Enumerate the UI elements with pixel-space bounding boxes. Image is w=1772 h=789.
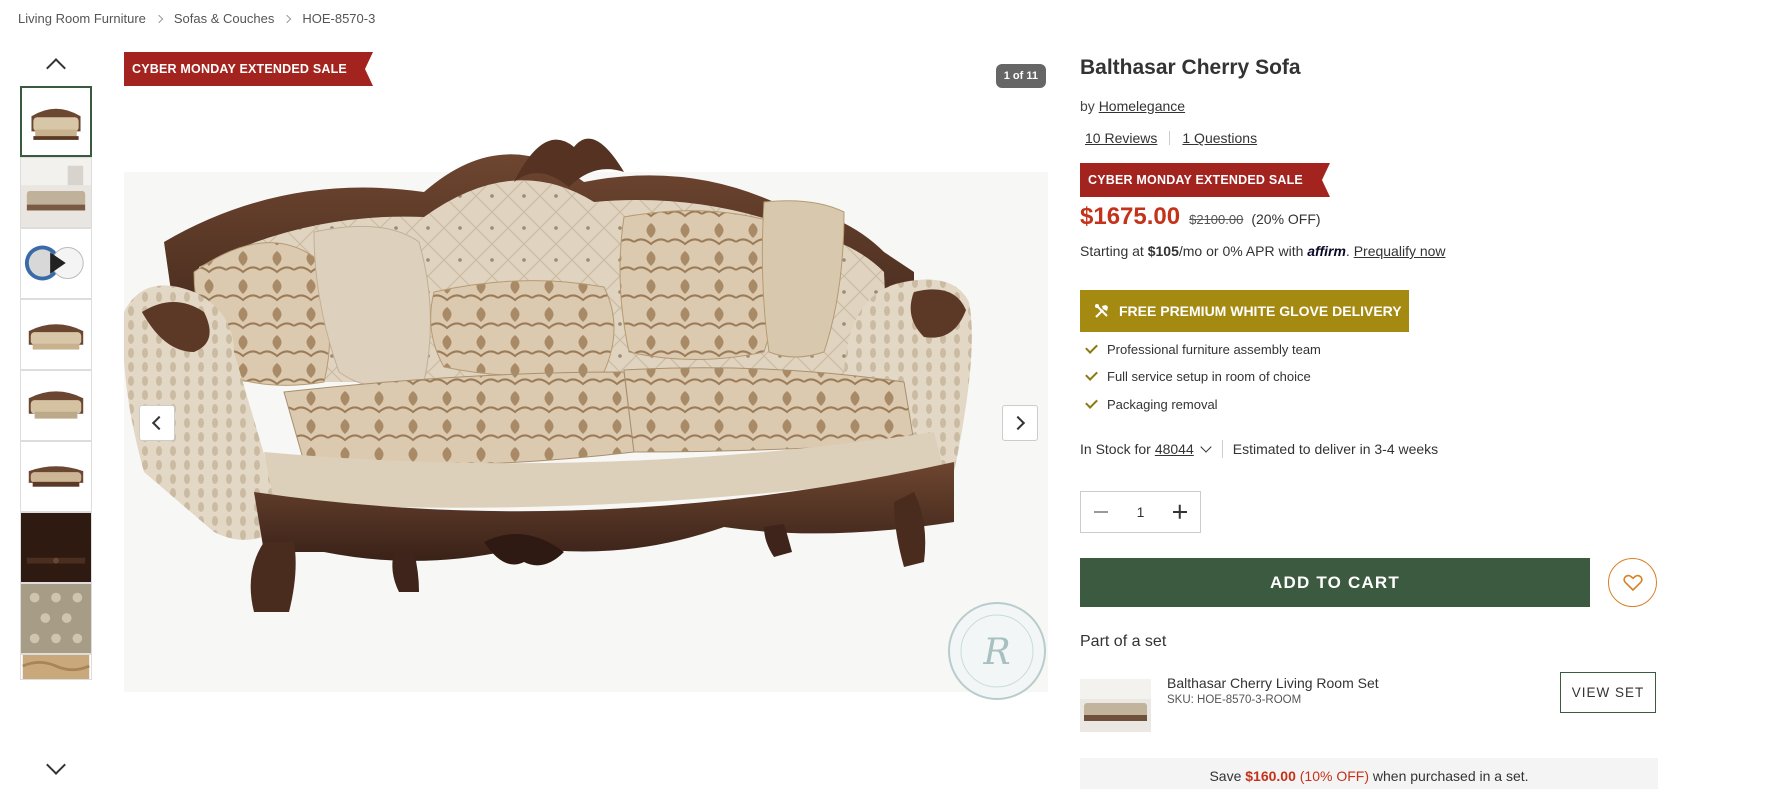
- product-title: Balthasar Cherry Sofa: [1080, 56, 1301, 79]
- brand-watermark-icon: R: [948, 602, 1046, 700]
- sale-price: $1675.00: [1080, 203, 1181, 230]
- feature-text: Packaging removal: [1107, 397, 1218, 412]
- set-name[interactable]: Balthasar Cherry Living Room Set: [1167, 675, 1379, 691]
- feature-item: Full service setup in room of choice: [1085, 368, 1311, 384]
- feature-text: Full service setup in room of choice: [1107, 369, 1311, 384]
- thumbnail-sofa-angle[interactable]: [20, 370, 92, 441]
- finance-middle: /mo or 0% APR with: [1178, 243, 1304, 259]
- thumbnail-sofa-front[interactable]: [20, 86, 92, 157]
- reviews-link[interactable]: 10 Reviews: [1085, 130, 1157, 146]
- divider: [1169, 131, 1171, 145]
- delivery-estimate: Estimated to deliver in 3-4 weeks: [1232, 441, 1439, 457]
- thumbnail-down-button[interactable]: [18, 755, 94, 781]
- discount-label: (20% OFF): [1251, 211, 1321, 227]
- breadcrumb-separator-icon: [154, 14, 164, 23]
- divider: [1221, 440, 1223, 458]
- set-savings-bar: Save $160.00 (10% OFF) when purchased in…: [1080, 758, 1658, 789]
- main-product-image: CYBER MONDAY EXTENDED SALE 1 of 11 R: [124, 52, 1048, 712]
- stock-prefix: In Stock for: [1080, 441, 1151, 457]
- thumbnail-room-scene[interactable]: [20, 157, 92, 228]
- increase-quantity-button[interactable]: [1160, 492, 1200, 532]
- chevron-right-icon: [1010, 415, 1026, 431]
- set-thumbnail[interactable]: [1080, 679, 1151, 732]
- breadcrumb-separator-icon: [283, 14, 292, 23]
- thumbnail-up-button[interactable]: [18, 52, 94, 78]
- check-icon: [1085, 396, 1098, 409]
- breadcrumb: Living Room Furniture Sofas & Couches HO…: [18, 11, 375, 26]
- feature-item: Packaging removal: [1085, 396, 1218, 412]
- thumbnail-video[interactable]: [20, 228, 92, 299]
- thumbnail-rail: [18, 52, 94, 789]
- prequalify-link[interactable]: Prequalify now: [1354, 243, 1446, 259]
- questions-link[interactable]: 1 Questions: [1182, 130, 1257, 146]
- breadcrumb-living-room[interactable]: Living Room Furniture: [18, 11, 146, 26]
- set-heading: Part of a set: [1080, 633, 1167, 650]
- chevron-left-icon: [151, 415, 167, 431]
- review-links: 10 Reviews 1 Questions: [1085, 130, 1257, 146]
- image-counter: 1 of 11: [995, 64, 1046, 88]
- finance-prefix: Starting at: [1080, 243, 1144, 259]
- sale-badge: CYBER MONDAY EXTENDED SALE: [1080, 163, 1330, 197]
- save-prefix: Save: [1209, 768, 1242, 784]
- feature-text: Professional furniture assembly team: [1107, 342, 1321, 357]
- quantity-value[interactable]: 1: [1121, 504, 1160, 520]
- save-suffix: when purchased in a set.: [1372, 768, 1529, 784]
- feature-item: Professional furniture assembly team: [1085, 341, 1321, 357]
- original-price: $2100.00: [1189, 212, 1244, 227]
- check-icon: [1085, 341, 1098, 354]
- wishlist-button[interactable]: [1608, 558, 1657, 607]
- view-set-button[interactable]: VIEW SET: [1560, 672, 1656, 713]
- price-row: $1675.00 $2100.00 (20% OFF): [1080, 203, 1321, 231]
- sofa-image: [124, 52, 1048, 712]
- decrease-quantity-button[interactable]: [1081, 492, 1121, 532]
- thumbnail-fabric-pattern[interactable]: [20, 583, 92, 654]
- stock-line: In Stock for 48044 Estimated to deliver …: [1080, 440, 1438, 458]
- previous-image-button[interactable]: [139, 405, 175, 441]
- chevron-down-icon: [46, 755, 66, 775]
- finance-dot: .: [1345, 243, 1350, 259]
- breadcrumb-current: HOE-8570-3: [302, 11, 376, 26]
- zip-code-link[interactable]: 48044: [1155, 441, 1194, 457]
- check-icon: [1085, 368, 1098, 381]
- affirm-logo: affirm: [1307, 243, 1346, 259]
- brand-link[interactable]: Homelegance: [1099, 98, 1185, 114]
- set-sku: SKU: HOE-8570-3-ROOM: [1167, 694, 1302, 706]
- heart-icon: [1622, 574, 1643, 591]
- chevron-down-icon[interactable]: [1200, 441, 1212, 453]
- save-amount: $160.00: [1245, 768, 1296, 784]
- tools-icon: [1095, 304, 1108, 318]
- chevron-up-icon: [46, 58, 66, 78]
- quantity-stepper: 1: [1080, 491, 1201, 533]
- sale-badge: CYBER MONDAY EXTENDED SALE: [124, 52, 373, 86]
- thumbnail-sofa-side[interactable]: [20, 441, 92, 512]
- financing-line: Starting at $105/mo or 0% APR with affir…: [1080, 243, 1446, 259]
- add-to-cart-button[interactable]: ADD TO CART: [1080, 558, 1590, 607]
- breadcrumb-sofas[interactable]: Sofas & Couches: [174, 11, 274, 26]
- thumbnail-fabric-detail[interactable]: [20, 654, 92, 680]
- delivery-banner: FREE PREMIUM WHITE GLOVE DELIVERY: [1080, 290, 1409, 332]
- finance-monthly: $105: [1147, 243, 1179, 259]
- thumbnail-wood-detail[interactable]: [20, 512, 92, 583]
- svg-text:R: R: [982, 632, 1010, 673]
- brand-line: by Homelegance: [1080, 98, 1185, 114]
- thumbnail-sofa-pillows[interactable]: [20, 299, 92, 370]
- save-percent: (10% OFF): [1299, 768, 1369, 784]
- delivery-label: FREE PREMIUM WHITE GLOVE DELIVERY: [1119, 303, 1402, 319]
- by-prefix: by: [1080, 98, 1095, 114]
- next-image-button[interactable]: [1002, 405, 1038, 441]
